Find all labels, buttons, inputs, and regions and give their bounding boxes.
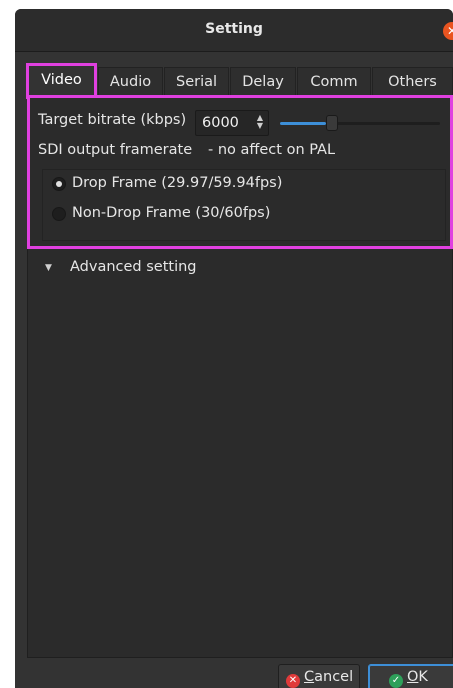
cancel-icon: ✕ — [286, 674, 300, 688]
radio-non-drop-frame[interactable] — [52, 207, 66, 221]
tab-others[interactable]: Others — [372, 67, 453, 97]
ok-button[interactable]: ✓ OK — [368, 664, 453, 688]
expander-arrow-icon[interactable]: ▼ — [45, 263, 52, 273]
tab-bar: Video Audio Serial Delay Comm Others — [26, 63, 453, 99]
drop-frame-label[interactable]: Drop Frame (29.97/59.94fps) — [72, 175, 282, 191]
ok-label: K — [418, 669, 428, 685]
ok-mnemonic: O — [407, 669, 419, 685]
bitrate-spinbox[interactable]: 6000 ▲ ▼ — [195, 110, 269, 136]
bitrate-slider-fill — [280, 122, 326, 125]
non-drop-frame-label[interactable]: Non-Drop Frame (30/60fps) — [72, 205, 270, 221]
tab-video[interactable]: Video — [26, 63, 97, 99]
advanced-setting-expander[interactable]: Advanced setting — [70, 259, 197, 275]
tab-delay[interactable]: Delay — [230, 67, 296, 97]
tab-serial[interactable]: Serial — [164, 67, 229, 97]
cancel-label: ancel — [314, 669, 354, 685]
bitrate-label: Target bitrate (kbps) — [38, 112, 187, 128]
tab-audio-label: Audio — [109, 74, 152, 90]
framerate-label: SDI output framerate — [38, 142, 193, 158]
bitrate-slider[interactable] — [280, 122, 440, 125]
cancel-mnemonic: C — [304, 669, 315, 685]
spin-arrows-icon[interactable]: ▲ ▼ — [254, 114, 266, 132]
tab-serial-label: Serial — [175, 74, 218, 90]
bitrate-value: 6000 — [202, 115, 239, 131]
tab-others-label: Others — [388, 74, 437, 90]
ok-check-icon: ✓ — [389, 674, 403, 688]
tab-comm-label: Comm — [310, 74, 358, 90]
radio-drop-frame[interactable] — [52, 177, 66, 191]
cancel-button[interactable]: ✕ Cancel — [278, 664, 360, 688]
tab-delay-label: Delay — [242, 74, 284, 90]
tab-audio[interactable]: Audio — [98, 67, 163, 97]
tab-video-label: Video — [41, 72, 82, 88]
tab-comm[interactable]: Comm — [297, 67, 371, 97]
framerate-note: - no affect on PAL — [208, 142, 336, 158]
bitrate-slider-handle[interactable] — [326, 115, 338, 131]
